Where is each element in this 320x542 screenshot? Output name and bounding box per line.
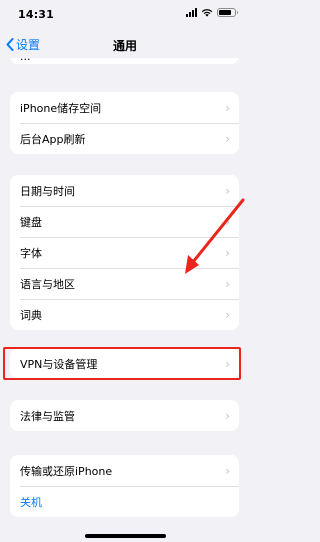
chevron-right-icon: › [225, 307, 230, 322]
row-language-region[interactable]: 语言与地区 › [10, 268, 239, 299]
status-icons [186, 8, 238, 17]
chevron-right-icon: › [225, 276, 230, 291]
row-fonts[interactable]: 字体 › [10, 237, 239, 268]
row-label: 日期与时间 [20, 184, 75, 198]
row-legal-regulatory[interactable]: 法律与监管 › [10, 400, 239, 431]
signal-icon [186, 8, 197, 17]
settings-group-vpn: VPN与设备管理 › [10, 348, 239, 379]
home-indicator [85, 534, 166, 538]
row-label: 语言与地区 [20, 277, 75, 291]
row-label: 法律与监管 [20, 409, 75, 423]
row-shut-down[interactable]: 关机 [10, 486, 239, 517]
settings-group-legal: 法律与监管 › [10, 400, 239, 431]
row-label: 字体 [20, 246, 42, 260]
row-label: 后台App刷新 [20, 132, 86, 146]
page-title: 通用 [112, 39, 137, 53]
row-background-app-refresh[interactable]: 后台App刷新 › [10, 123, 239, 154]
settings-group-reset: 传输或还原iPhone › 关机 [10, 455, 239, 517]
battery-icon [217, 8, 238, 17]
row-label: 词典 [20, 308, 42, 322]
status-bar: 14:31 [0, 0, 250, 30]
chevron-right-icon: › [225, 214, 230, 229]
row-date-time[interactable]: 日期与时间 › [10, 175, 239, 206]
row-label: 传输或还原iPhone [20, 464, 113, 478]
row-transfer-reset-iphone[interactable]: 传输或还原iPhone › [10, 455, 239, 486]
chevron-right-icon: › [225, 100, 230, 115]
row-label: iPhone储存空间 [20, 101, 102, 115]
settings-group-storage: iPhone储存空间 › 后台App刷新 › [10, 92, 239, 154]
status-time: 14:31 [18, 8, 55, 21]
row-iphone-storage[interactable]: iPhone储存空间 › [10, 92, 239, 123]
chevron-right-icon: › [225, 245, 230, 260]
chevron-right-icon: › [225, 183, 230, 198]
row-label: VPN与设备管理 [20, 357, 98, 371]
settings-group-locale: 日期与时间 › 键盘 › 字体 › 语言与地区 › 词典 › [10, 175, 239, 330]
row-vpn-device-management[interactable]: VPN与设备管理 › [10, 348, 239, 379]
row-dictionary[interactable]: 词典 › [10, 299, 239, 330]
row-keyboard[interactable]: 键盘 › [10, 206, 239, 237]
chevron-right-icon: › [225, 131, 230, 146]
navigation-bar: 设置 通用 [0, 30, 250, 58]
row-label: 关机 [20, 495, 42, 509]
chevron-right-icon: › [225, 356, 230, 371]
chevron-right-icon: › [225, 408, 230, 423]
row-label: 键盘 [20, 215, 42, 229]
wifi-icon [201, 9, 213, 17]
chevron-right-icon: › [225, 463, 230, 478]
